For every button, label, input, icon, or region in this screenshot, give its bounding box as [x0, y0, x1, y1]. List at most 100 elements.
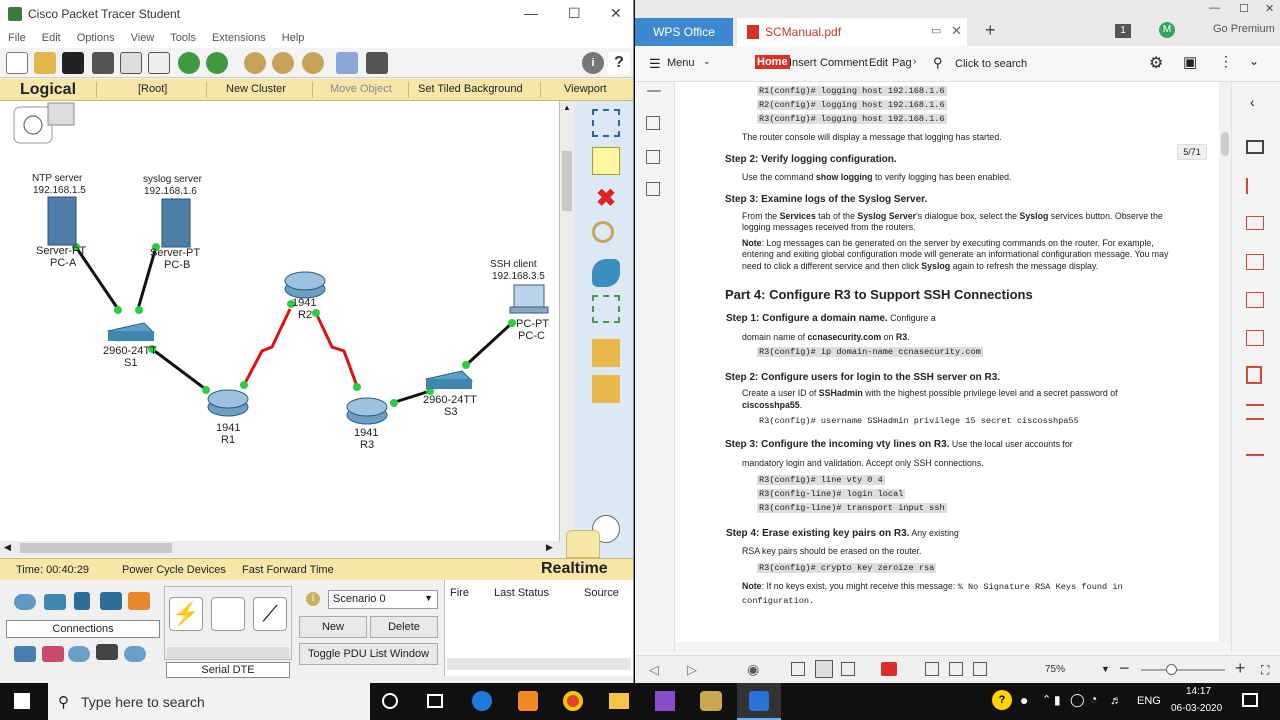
zoom-out-minus[interactable]: − [1119, 658, 1130, 679]
close-icon[interactable]: ✕ [610, 5, 622, 22]
canvas-vertical-scrollbar[interactable]: ▲ [560, 101, 574, 541]
toggle-pdu-list-button[interactable]: Toggle PDU List Window [299, 643, 438, 665]
palette-icon[interactable] [336, 52, 358, 74]
ribbon-more-icon[interactable]: › [913, 56, 916, 67]
menu-extensions[interactable]: Extensions [212, 32, 266, 44]
pdf-vertical-scrollbar[interactable] [1219, 82, 1231, 642]
undo-icon[interactable] [206, 52, 228, 74]
add-simple-pdu-icon[interactable] [592, 339, 620, 367]
taskbar-search-box[interactable]: ⚲ Type here to search [48, 683, 370, 720]
scenario-info-icon[interactable]: i [306, 592, 320, 606]
viewport-button[interactable]: Viewport [564, 83, 607, 95]
tab-page[interactable]: Pag [892, 57, 912, 69]
zoom-in-plus[interactable]: + [1235, 658, 1246, 679]
single-page-icon[interactable] [791, 662, 805, 676]
chrome-icon[interactable] [563, 691, 583, 711]
windows-start-icon[interactable] [14, 693, 30, 709]
wps-taskbar-icon[interactable] [737, 683, 781, 720]
tab-insert[interactable]: Insert [789, 57, 817, 69]
new-cluster-button[interactable]: New Cluster [226, 83, 286, 95]
eye-icon[interactable]: ◉ [747, 661, 759, 678]
search-icon[interactable]: ⚲ [933, 55, 943, 71]
print-icon-side[interactable] [1246, 140, 1264, 154]
thumbnail-icon[interactable] [646, 150, 660, 164]
canvas-horizontal-scrollbar[interactable]: ◀ ▶ [0, 541, 574, 555]
zoom-out-icon[interactable] [302, 52, 324, 74]
hubs-category-icon[interactable] [74, 592, 90, 610]
wan-emulation-icon[interactable] [68, 646, 90, 662]
convert-icon-1[interactable] [1246, 254, 1264, 270]
inspect-tool-icon[interactable] [592, 221, 614, 243]
prev-page-icon[interactable]: ◁ [649, 662, 659, 678]
window-count-badge[interactable]: 1 [1115, 24, 1131, 38]
sublime-icon[interactable] [518, 691, 538, 711]
console-cable-icon[interactable] [211, 597, 245, 631]
battery-icon[interactable]: ▮ [1054, 693, 1061, 707]
more-options-icon[interactable]: ⋮ [1219, 53, 1233, 70]
split-icon[interactable] [1246, 404, 1264, 420]
wps-minimize-icon[interactable]: — [1209, 2, 1220, 14]
maximize-icon[interactable]: ☐ [568, 5, 581, 22]
save-icon[interactable] [62, 52, 84, 74]
connection-scrollbar[interactable] [167, 647, 289, 659]
wifi-icon[interactable]: ◔ [1090, 692, 1097, 706]
zoom-slider[interactable] [1141, 669, 1225, 671]
menu-edit[interactable]: Edit [42, 32, 61, 44]
select-tool-icon[interactable] [592, 109, 620, 137]
language-indicator[interactable]: ENG [1137, 695, 1161, 707]
zoom-in-icon[interactable] [244, 52, 266, 74]
tray-clock-date[interactable]: 06-03-2020 [1171, 703, 1222, 714]
logical-workspace[interactable]: NTP server 192.168.1.5 Server-PT PC-A sy… [0, 101, 560, 541]
menu-button[interactable]: Menu [667, 57, 695, 69]
draw-shape-icon[interactable] [592, 259, 620, 287]
new-tab-icon[interactable]: + [985, 20, 996, 41]
packet-tracer-taskbar-icon[interactable] [700, 691, 722, 711]
connections-category-icon[interactable] [128, 592, 150, 610]
activity-wizard-icon[interactable] [120, 52, 142, 74]
outline-icon[interactable] [646, 116, 660, 130]
fit-page-icon[interactable] [949, 662, 963, 676]
go-premium-button[interactable]: Go Premium [1213, 23, 1275, 35]
visual-studio-icon[interactable] [655, 691, 675, 711]
fit-width-icon[interactable] [925, 662, 939, 676]
end-devices-icon[interactable] [14, 646, 36, 662]
wps-maximize-icon[interactable]: ☐ [1239, 2, 1249, 15]
task-view-icon[interactable] [427, 694, 443, 708]
tab-comment[interactable]: Comment [820, 57, 868, 69]
menu-file[interactable]: File [8, 32, 26, 44]
zoom-level[interactable]: 75% [1045, 664, 1065, 675]
tab-edit[interactable]: Edit [869, 57, 888, 69]
tab-wps-office[interactable]: WPS Office [635, 18, 733, 46]
zoom-chevron-icon[interactable]: ▼ [1101, 664, 1110, 674]
wireless-category-icon[interactable] [100, 592, 122, 610]
new-scenario-button[interactable]: New [299, 616, 367, 638]
power-cycle-button[interactable]: Power Cycle Devices [122, 564, 226, 576]
auto-connection-icon[interactable]: ⚡ [169, 597, 203, 631]
set-tiled-background-button[interactable]: Set Tiled Background [418, 83, 523, 95]
minimize-icon[interactable]: — [524, 5, 538, 21]
people-tray-icon[interactable]: ● [1020, 692, 1028, 708]
menu-tools[interactable]: Tools [170, 32, 196, 44]
compare-icon[interactable] [1246, 442, 1264, 456]
collapse-ribbon-icon[interactable]: ⌄ [1249, 54, 1259, 68]
custom-device-icon[interactable] [366, 52, 388, 74]
fast-forward-button[interactable]: Fast Forward Time [242, 564, 334, 576]
delete-tool-icon[interactable]: ✖ [592, 185, 620, 213]
note-tool-icon[interactable] [592, 147, 620, 175]
custom-devices-icon[interactable] [96, 644, 118, 660]
scroll-up-arrow[interactable]: ▲ [563, 103, 571, 112]
cortana-icon[interactable] [382, 693, 398, 709]
help-tray-icon[interactable]: ? [992, 690, 1012, 710]
scroll-left-arrow[interactable]: ◀ [4, 542, 11, 553]
delete-scenario-button[interactable]: Delete [370, 616, 438, 638]
play-icon[interactable] [881, 662, 897, 676]
serial-dte-cable-icon[interactable]: ⟋ [253, 597, 287, 631]
notification-icon[interactable] [1242, 693, 1258, 707]
scroll-thumb[interactable] [562, 151, 572, 211]
page-icon[interactable] [1246, 366, 1262, 384]
routers-category-icon[interactable] [14, 594, 36, 610]
menu-help[interactable]: Help [282, 32, 305, 44]
info-icon[interactable]: i [582, 52, 604, 74]
pdf-page[interactable]: R1(config)# logging host 192.168.1.6 R2(… [675, 82, 1219, 642]
zoom-slider-thumb[interactable] [1166, 664, 1177, 675]
